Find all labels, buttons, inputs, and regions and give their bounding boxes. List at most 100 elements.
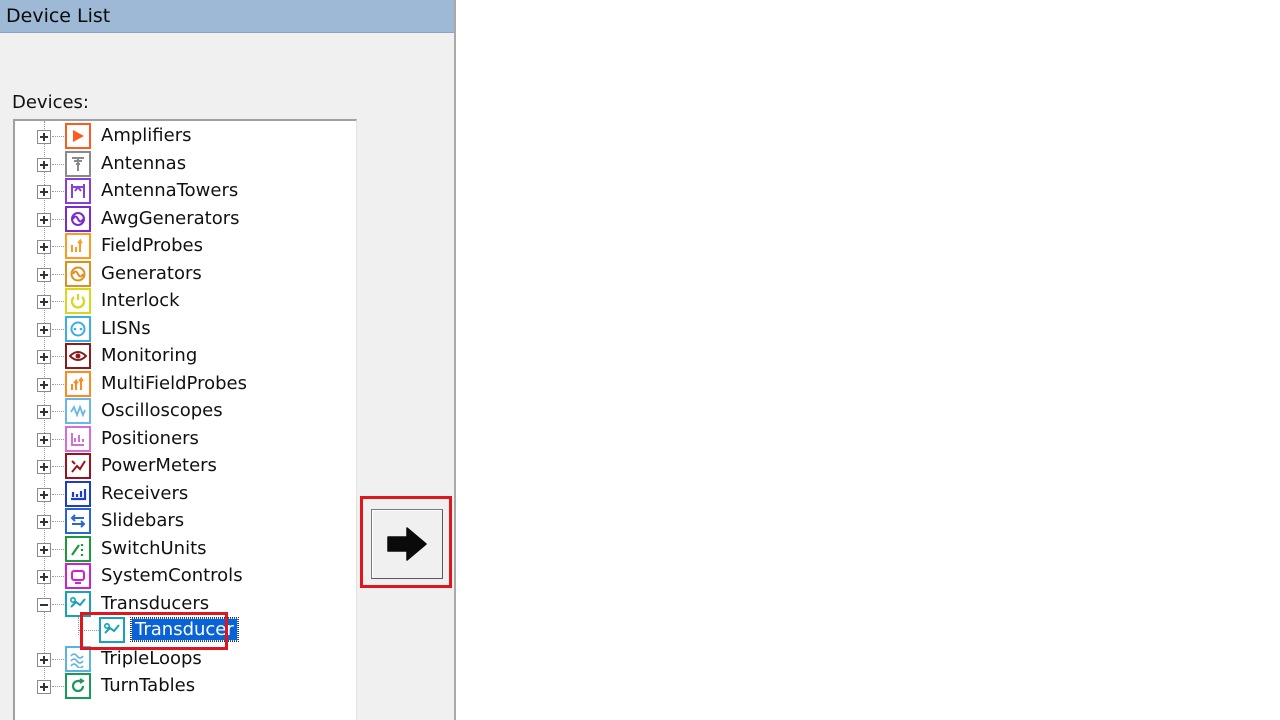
child-selection-highlight xyxy=(80,612,228,650)
panel-title-bar: Device List xyxy=(0,0,454,33)
tree-node-label: Amplifiers xyxy=(101,125,192,146)
tree-node-label: Receivers xyxy=(101,482,189,504)
tree-branch xyxy=(52,603,64,605)
tree-branch xyxy=(52,218,64,220)
panel-title: Device List xyxy=(6,5,111,27)
awg-generator-icon xyxy=(65,205,91,232)
tree-node-fieldprobes[interactable]: FieldProbes xyxy=(15,233,355,259)
tree-node-switchunits[interactable]: SwitchUnits xyxy=(15,535,355,562)
multi-field-probe-icon xyxy=(65,370,91,397)
collapse-icon[interactable] xyxy=(37,597,51,612)
tree-node-systemcontrols[interactable]: SystemControls xyxy=(15,563,355,589)
tree-node-label: PowerMeters xyxy=(101,455,217,476)
tree-node-receivers[interactable]: Receivers xyxy=(15,480,355,507)
tree-node-label: MultiFieldProbes xyxy=(101,372,247,394)
expand-icon[interactable] xyxy=(37,350,51,364)
tree-node-label: Transducers xyxy=(101,592,210,614)
tree-node-label: TurnTables xyxy=(101,675,196,696)
generator-icon xyxy=(65,260,91,287)
expand-icon[interactable] xyxy=(37,570,51,584)
tree-node-awggenerators[interactable]: AwgGenerators xyxy=(15,205,355,232)
tree-branch xyxy=(52,466,64,467)
devices-label: Devices: xyxy=(12,92,90,113)
positioner-icon xyxy=(65,425,91,452)
expand-icon[interactable] xyxy=(37,460,51,474)
tree-node-turntables[interactable]: TurnTables xyxy=(15,673,355,699)
tree-node-label: Generators xyxy=(101,262,202,284)
tree-node-lisns[interactable]: LISNs xyxy=(15,315,355,342)
tree-node-label: LISNs xyxy=(101,317,151,339)
expand-icon[interactable] xyxy=(37,652,51,667)
tree-node-monitoring[interactable]: Monitoring xyxy=(15,343,355,369)
interlock-icon xyxy=(65,288,91,314)
receiver-icon xyxy=(65,480,91,507)
expand-icon[interactable] xyxy=(37,157,51,172)
tree-branch xyxy=(52,658,64,660)
expand-icon[interactable] xyxy=(37,515,51,529)
tree-node-slidebars[interactable]: Slidebars xyxy=(15,508,355,534)
tree-branch xyxy=(52,383,64,385)
tree-node-label: AwgGenerators xyxy=(101,207,240,229)
lisn-icon xyxy=(65,315,91,342)
tree-node-powermeters[interactable]: PowerMeters xyxy=(15,453,355,479)
tree-node-multifieldprobes[interactable]: MultiFieldProbes xyxy=(15,370,355,397)
tree-node-label: SystemControls xyxy=(101,565,243,586)
add-button-highlight xyxy=(360,496,452,588)
tree-branch xyxy=(52,548,64,550)
tree-node-label: SwitchUnits xyxy=(101,537,207,559)
slidebar-icon xyxy=(65,508,91,534)
tree-node-amplifiers[interactable]: Amplifiers xyxy=(15,123,355,149)
turntable-icon xyxy=(65,673,91,699)
tree-branch xyxy=(52,246,64,247)
field-probe-icon xyxy=(65,233,91,259)
expand-icon[interactable] xyxy=(37,322,51,337)
expand-icon[interactable] xyxy=(37,432,51,447)
expand-icon[interactable] xyxy=(37,212,51,227)
expand-icon[interactable] xyxy=(37,130,51,144)
tree-branch xyxy=(52,191,64,192)
tree-node-positioners[interactable]: Positioners xyxy=(15,425,355,452)
tree-node-label: Antennas xyxy=(101,152,187,174)
tree-node-interlock[interactable]: Interlock xyxy=(15,288,355,314)
expand-icon[interactable] xyxy=(37,542,51,557)
antenna-tower-icon xyxy=(65,178,91,204)
tree-branch xyxy=(52,493,64,495)
tree-branch xyxy=(52,356,64,357)
monitoring-icon xyxy=(65,343,91,369)
tree-node-antennatowers[interactable]: AntennaTowers xyxy=(15,178,355,204)
expand-icon[interactable] xyxy=(37,405,51,419)
tree-branch xyxy=(52,163,64,165)
tree-branch xyxy=(52,438,64,440)
tree-node-label: FieldProbes xyxy=(101,235,203,256)
expand-icon[interactable] xyxy=(37,267,51,282)
expand-icon[interactable] xyxy=(37,487,51,502)
expand-icon[interactable] xyxy=(37,377,51,392)
right-arrow-icon xyxy=(387,527,427,561)
amplifier-icon xyxy=(65,123,91,149)
tree-node-label: Positioners xyxy=(101,427,199,449)
tree-branch xyxy=(52,411,64,412)
tree-node-label: Interlock xyxy=(101,290,180,311)
system-control-icon xyxy=(65,563,91,589)
tree-node-oscilloscopes[interactable]: Oscilloscopes xyxy=(15,398,355,424)
power-meter-icon xyxy=(65,453,91,479)
oscilloscope-icon xyxy=(65,398,91,424)
device-list-panel: Device List Devices: Amplifiers Antennas A… xyxy=(0,0,456,720)
tree-node-label: TripleLoops xyxy=(101,647,202,669)
tree-branch xyxy=(52,521,64,522)
tree-branch xyxy=(52,328,64,330)
expand-icon[interactable] xyxy=(37,680,51,694)
tree-branch xyxy=(52,686,64,687)
expand-icon[interactable] xyxy=(37,185,51,199)
tree-node-label: AntennaTowers xyxy=(101,180,239,201)
switch-unit-icon xyxy=(65,535,91,562)
tree-node-generators[interactable]: Generators xyxy=(15,260,355,287)
expand-icon[interactable] xyxy=(37,240,51,254)
tree-node-antennas[interactable]: Antennas xyxy=(15,150,355,177)
add-device-arrow-button[interactable] xyxy=(371,509,443,579)
expand-icon[interactable] xyxy=(37,295,51,309)
tree-branch xyxy=(52,576,64,577)
tree-branch xyxy=(52,136,64,137)
tree-branch xyxy=(52,301,64,302)
tree-branch xyxy=(52,273,64,275)
